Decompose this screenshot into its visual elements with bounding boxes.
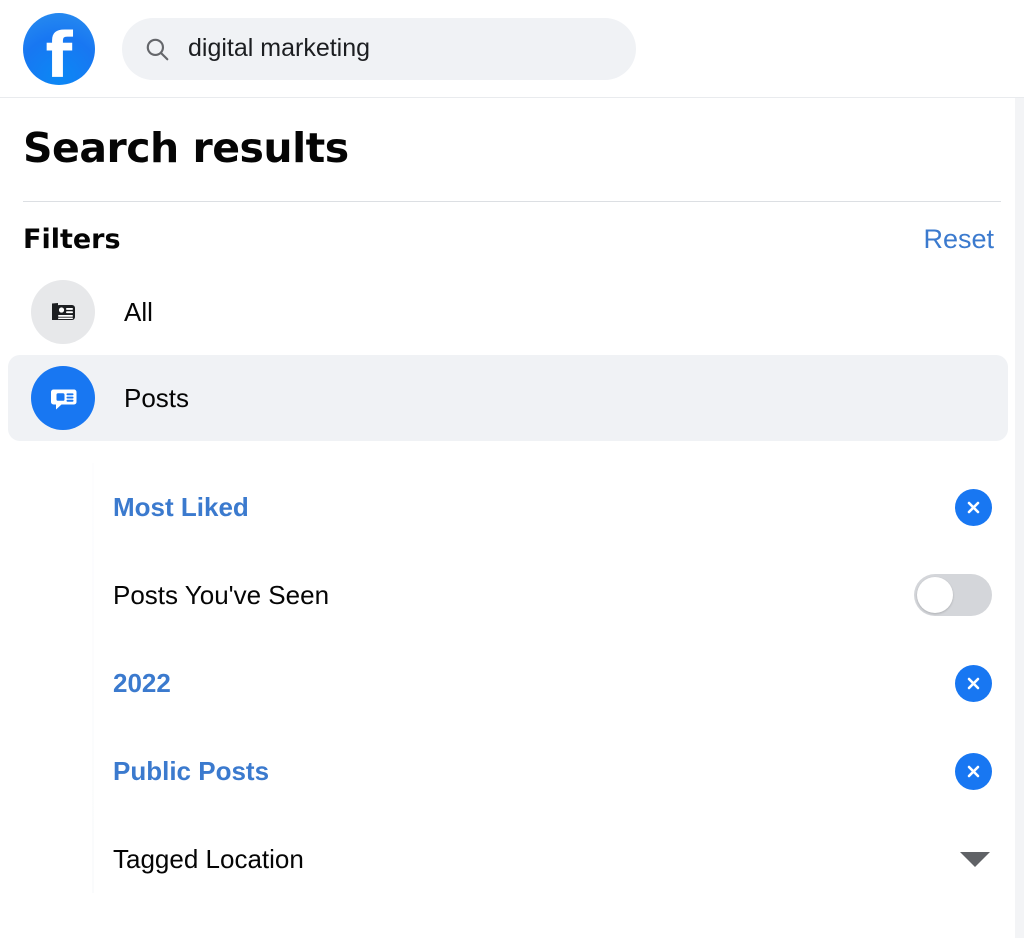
search-icon (146, 38, 169, 60)
facebook-logo-glyph: f (45, 18, 73, 85)
filter-category-posts[interactable]: Posts (8, 355, 1008, 442)
page-title: Search results (23, 124, 349, 172)
sub-filter-label: 2022 (113, 667, 171, 698)
sub-filter-label: Public Posts (113, 755, 270, 786)
close-circle-icon[interactable] (955, 488, 992, 526)
sub-filter-label: Most Liked (113, 491, 249, 522)
facebook-logo-icon[interactable]: f (23, 12, 95, 85)
search-input-value: digital marketing (188, 34, 371, 62)
toggle-knob (917, 577, 953, 614)
filters-label: Filters (23, 224, 121, 256)
filter-category-list: All Posts (0, 269, 1024, 442)
filters-header: Filters Reset (0, 202, 1024, 255)
sub-filter-year[interactable]: 2022 (0, 639, 1024, 727)
reset-filters-link[interactable]: Reset (923, 224, 1001, 255)
sub-filter-list: Most Liked Posts You've Seen 2022 Public… (0, 463, 1024, 903)
search-input[interactable]: digital marketing (122, 17, 636, 80)
sub-filter-label: Tagged Location (113, 843, 304, 874)
app-header: f digital marketing (0, 0, 1024, 98)
page-content: Search results Filters Reset All Posts M… (0, 98, 1024, 938)
close-circle-icon[interactable] (955, 664, 992, 702)
all-feed-icon (31, 280, 95, 345)
filter-category-posts-label: Posts (124, 382, 190, 413)
filter-category-all-label: All (124, 296, 153, 327)
sub-filter-most-liked[interactable]: Most Liked (0, 463, 1024, 551)
posts-bubble-icon (31, 366, 95, 431)
sub-filter-label: Posts You've Seen (113, 579, 330, 610)
close-circle-icon[interactable] (955, 752, 992, 790)
chevron-down-icon[interactable] (960, 851, 990, 867)
sub-filter-tagged-location[interactable]: Tagged Location (0, 815, 1024, 903)
filter-category-all[interactable]: All (8, 269, 1008, 355)
sub-filter-rail (92, 463, 94, 894)
sub-filter-posts-youve-seen[interactable]: Posts You've Seen (0, 551, 1024, 639)
posts-seen-toggle[interactable] (914, 574, 992, 617)
sub-filter-public-posts[interactable]: Public Posts (0, 727, 1024, 815)
